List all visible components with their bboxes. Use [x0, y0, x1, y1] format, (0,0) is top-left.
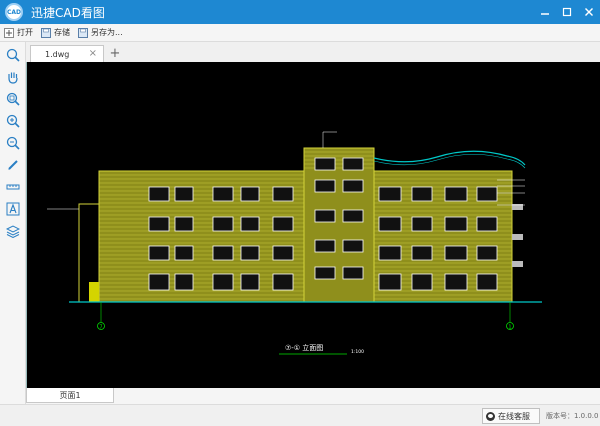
pan-hand-icon [8, 72, 18, 84]
maximize-icon [562, 7, 572, 17]
page-tab-label: 页面1 [59, 390, 81, 400]
status-bar: 在线客服 版本号：1.0.0.0 [0, 404, 600, 426]
side-toolbar [0, 42, 26, 410]
entrance-steps [89, 282, 99, 302]
close-icon [585, 8, 593, 16]
add-tab-button[interactable]: + [108, 45, 122, 61]
main-toolbar: 打开 存储 另存为... [0, 24, 600, 42]
drawing-scale: 1:100 [351, 349, 364, 355]
zoom-extents-button[interactable] [3, 90, 23, 108]
save-icon [41, 27, 51, 38]
tab-title: 1.dwg [45, 49, 70, 59]
text-tool-button[interactable] [3, 200, 23, 218]
measure-icon [6, 184, 20, 190]
page-tab-1[interactable]: 页面1 [26, 388, 114, 403]
layers-tool-button[interactable] [3, 222, 23, 240]
axis-label-right: 1 [508, 325, 511, 331]
save-label: 存储 [54, 28, 70, 37]
save-as-icon [78, 27, 88, 38]
zoom-extents-icon [6, 92, 20, 106]
app-logo-text: CAD [6, 8, 22, 16]
zoom-out-icon [6, 136, 20, 150]
axis-label-left: 7 [99, 325, 102, 331]
page-tab-bar: 页面1 [26, 388, 600, 404]
roof-curve [373, 150, 526, 166]
close-button[interactable] [578, 0, 600, 24]
chat-icon [486, 411, 495, 421]
support-label: 在线客服 [498, 411, 530, 421]
minimize-icon [541, 13, 549, 15]
drawing-canvas[interactable]: 7 1 ⑦-① 立面图 1:100 [26, 62, 600, 388]
stair-tower [303, 147, 375, 303]
app-title: 迅捷CAD看图 [31, 5, 105, 20]
zoom-out-button[interactable] [3, 134, 23, 152]
open-button[interactable]: 打开 [4, 27, 33, 38]
maximize-button[interactable] [556, 0, 578, 24]
drawing-title: ⑦-① 立面图 [285, 343, 323, 352]
pen-tool-button[interactable] [3, 156, 23, 174]
elevation-drawing: 7 1 ⑦-① 立面图 1:100 [47, 131, 542, 355]
layers-icon [6, 225, 20, 238]
zoom-icon [6, 48, 20, 62]
document-tab-bar: 1.dwg × + [26, 42, 600, 62]
version-label: 版本号：1.0.0.0 [546, 412, 599, 420]
open-label: 打开 [17, 28, 33, 37]
text-icon [6, 202, 20, 216]
zoom-tool-button[interactable] [3, 46, 23, 64]
pan-tool-button[interactable] [3, 68, 23, 86]
app-logo: CAD [5, 3, 23, 21]
title-bar: CAD 迅捷CAD看图 [0, 0, 600, 24]
plus-icon [4, 27, 14, 38]
zoom-in-icon [6, 114, 20, 128]
save-as-button[interactable]: 另存为... [78, 27, 123, 38]
online-support-button[interactable]: 在线客服 [482, 408, 540, 424]
save-as-label: 另存为... [91, 28, 123, 37]
save-button[interactable]: 存储 [41, 27, 70, 38]
tab-close-icon[interactable]: × [89, 48, 97, 59]
measure-tool-button[interactable] [3, 178, 23, 196]
pen-icon [8, 160, 18, 170]
balcony-ledges [512, 204, 523, 267]
minimize-button[interactable] [534, 0, 556, 24]
zoom-in-button[interactable] [3, 112, 23, 130]
tab-1-dwg[interactable]: 1.dwg × [30, 45, 104, 62]
window-controls [534, 0, 600, 24]
